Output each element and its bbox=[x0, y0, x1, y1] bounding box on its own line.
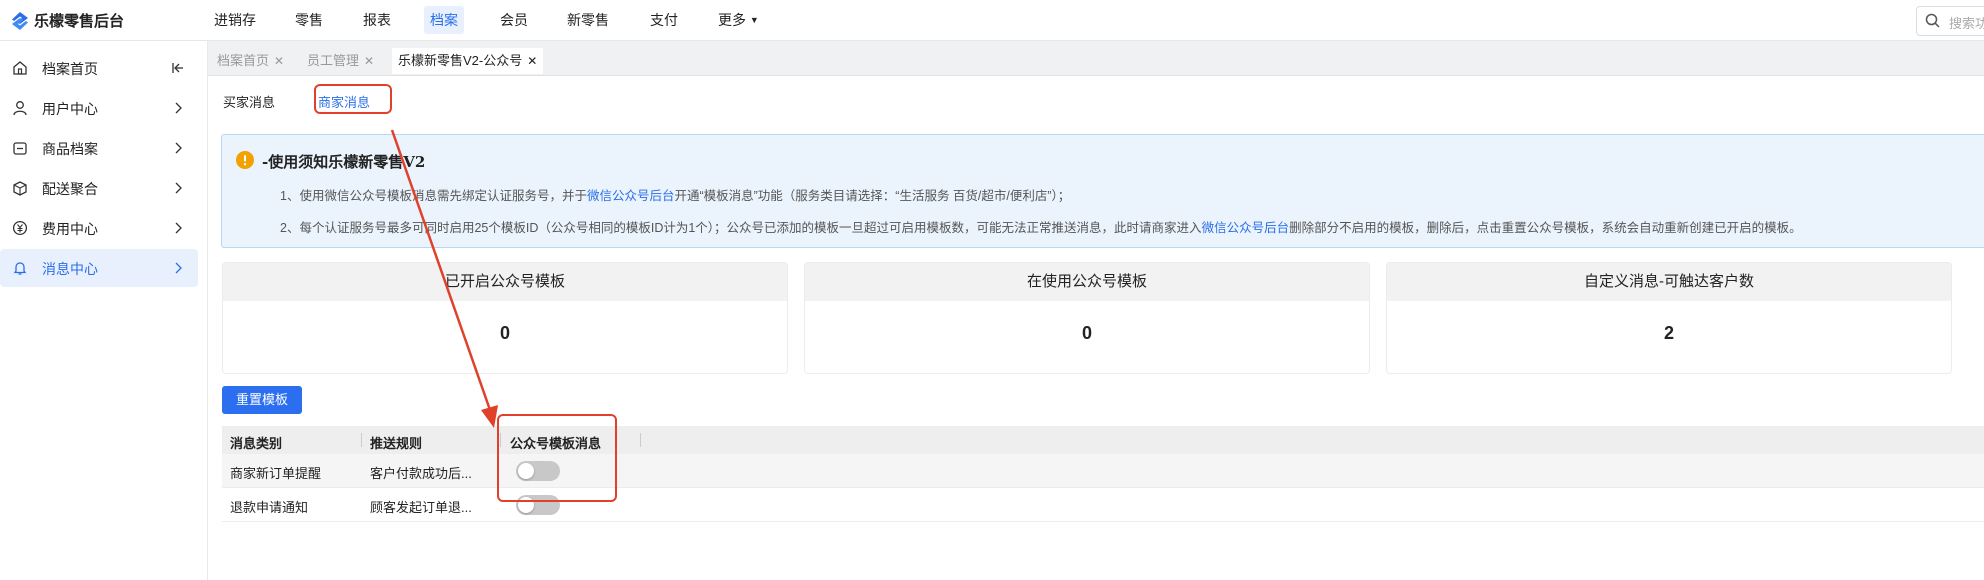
annotation-arrow-line bbox=[390, 129, 492, 411]
annotation-arrow-layer bbox=[390, 129, 498, 428]
annotation-arrow-head bbox=[481, 405, 498, 428]
